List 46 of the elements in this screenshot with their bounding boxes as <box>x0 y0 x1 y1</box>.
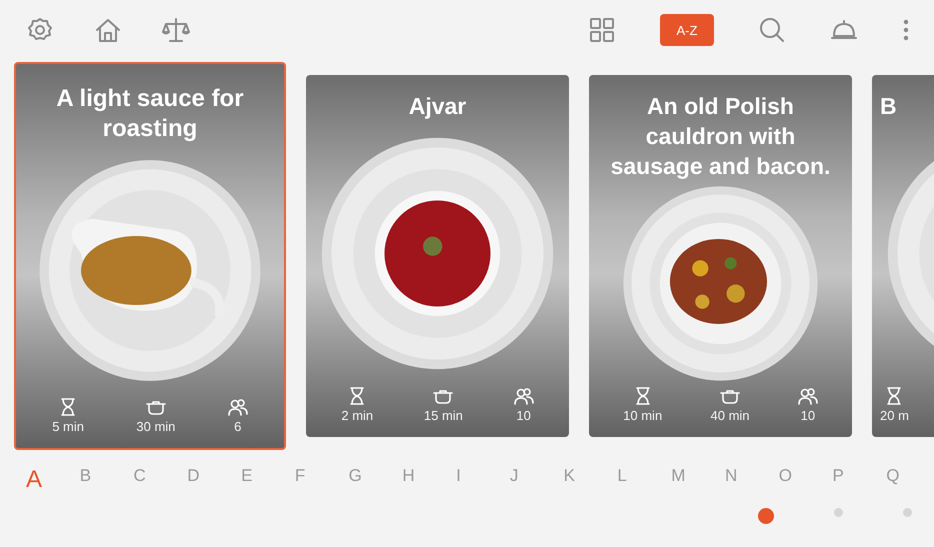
alphabet-letter[interactable]: I <box>450 466 504 494</box>
alphabet-letter[interactable]: J <box>504 466 558 494</box>
alphabet-letter[interactable]: K <box>558 466 612 494</box>
alphabet-letter[interactable]: B <box>74 466 128 494</box>
people-icon <box>514 386 534 406</box>
alphabet-letter[interactable]: P <box>826 466 880 494</box>
alphabet-letter[interactable]: F <box>288 466 343 494</box>
stat-value: 20 m <box>880 408 909 423</box>
people-icon <box>228 397 248 417</box>
recipe-title: An old Polish cauldron with sausage and bacon. <box>610 92 832 181</box>
recipe-card[interactable]: Ajvar 2 min 15 min 10 <box>306 75 569 437</box>
alphabet-letter[interactable]: L <box>611 466 666 494</box>
recipe-title: A light sauce for roasting <box>55 84 245 144</box>
search-icon[interactable] <box>758 16 786 44</box>
page-indicator-dot[interactable] <box>758 508 774 524</box>
stat-value: 10 <box>516 408 531 423</box>
recipe-card[interactable]: An old Polish cauldron with sausage and bacon. 10 min 40 min 10 <box>589 75 852 437</box>
stat-value: 5 min <box>52 419 84 434</box>
alphabet-letter[interactable]: O <box>772 466 826 494</box>
recipe-card[interactable]: B 20 m <box>872 75 934 437</box>
grid-view-icon[interactable] <box>588 16 616 44</box>
home-icon[interactable] <box>94 16 122 44</box>
alphabet-letter[interactable]: N <box>718 466 773 494</box>
stat-value: 40 min <box>710 408 750 423</box>
alphabet-letter[interactable]: Q <box>880 466 934 494</box>
stat-value: 30 min <box>136 419 176 434</box>
stat-value: 2 min <box>341 408 374 423</box>
alphabet-letter[interactable]: H <box>396 466 450 494</box>
stat-value: 10 min <box>623 408 662 423</box>
alphabet-letter[interactable]: A <box>20 466 74 494</box>
alphabet-letter[interactable]: C <box>128 466 182 494</box>
people-icon <box>798 386 818 406</box>
sort-button[interactable]: A-Z <box>660 14 714 46</box>
alphabet-letter[interactable]: M <box>665 466 719 494</box>
page-indicator-dot[interactable] <box>903 508 912 517</box>
alphabet-letter[interactable]: E <box>235 466 289 494</box>
scale-icon[interactable] <box>162 16 190 44</box>
page-indicator-dot[interactable] <box>834 508 843 517</box>
recipe-card[interactable]: A light sauce for roasting 5 min 30 min 6 <box>14 62 286 450</box>
stat-value: 10 <box>800 408 816 423</box>
recipe-title: B <box>879 92 898 121</box>
recipe-title: Ajvar <box>408 92 468 121</box>
alphabet-letter[interactable]: D <box>181 466 236 494</box>
stat-value: 15 min <box>424 408 463 423</box>
alphabet-letter[interactable]: G <box>342 466 396 494</box>
stat-value: 6 <box>234 419 242 434</box>
